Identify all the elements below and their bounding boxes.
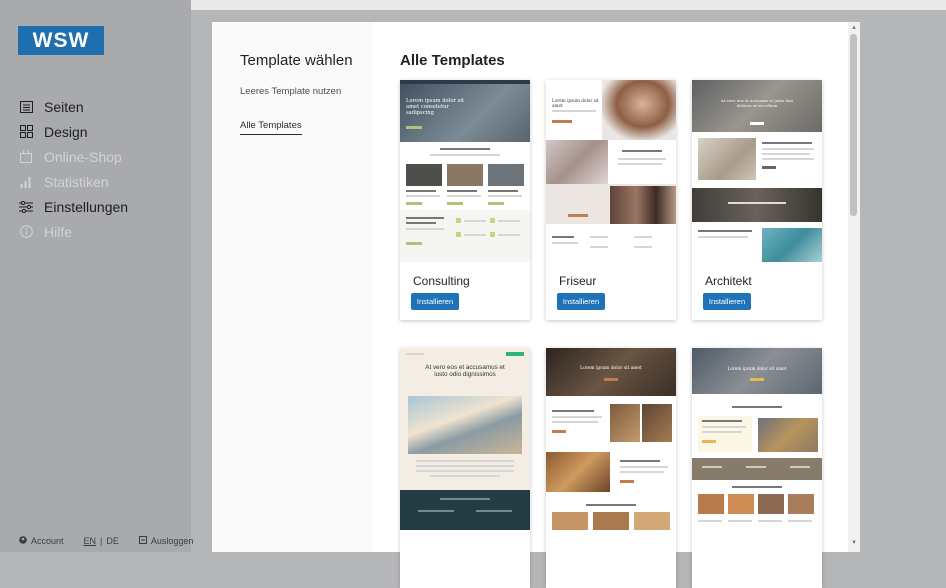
scroll-up-arrow-icon[interactable]: ▲ [851,25,857,31]
sidebar-item-label: Seiten [44,98,84,115]
modal-right-title: Alle Templates [400,52,505,69]
sliders-icon [18,200,34,214]
pages-icon [18,100,34,114]
fitness-hero-text: At vero eos et accusamus et iusto odio d… [425,364,505,379]
wsw-logo[interactable]: WSW [18,26,104,55]
baeckerei-hero-text: Lorem ipsum dolor sit amet [580,366,642,371]
install-button-architekt[interactable]: Installieren [703,293,751,310]
template-name: Friseur [559,274,597,288]
modal-left-pane: Template wählen Leeres Template nutzen A… [212,22,372,552]
sidebar-item-design[interactable]: Design [18,119,128,144]
sidebar-item-label: Statistiken [44,173,109,190]
template-card-architekt[interactable]: At vero eos et accusam et justo duo dolo… [692,80,822,320]
sidebar-item-label: Hilfe [44,223,73,240]
template-card-baeckerei[interactable]: Lorem ipsum dolor sit amet [546,348,676,588]
sidebar-item-online-shop[interactable]: Online-Shop [18,144,128,169]
sidebar-item-statistiken[interactable]: Statistiken [18,169,128,194]
scroll-down-arrow-icon[interactable]: ▼ [851,540,857,546]
template-card-consulting[interactable]: Lorem ipsum dolor sit amet consetetur sa… [400,80,530,320]
logout-icon [138,536,147,546]
install-button-friseur[interactable]: Installieren [557,293,605,310]
sidebar-nav: Seiten Design Online-Shop Statistiken Ei… [18,94,128,244]
template-preview-baeckerei[interactable]: Lorem ipsum dolor sit amet [546,348,676,530]
sidebar-footer: Account EN | DE Ausloggen [19,536,193,546]
template-name: Architekt [705,274,752,288]
template-card-fitness[interactable]: At vero eos et accusamus et iusto odio d… [400,348,530,588]
logout-link[interactable]: Ausloggen [151,536,194,546]
template-card-friseur[interactable]: Lorem ipsum dolor sit amet Friseur Insta… [546,80,676,320]
template-preview-architekt[interactable]: At vero eos et accusam et justo duo dolo… [692,80,822,262]
lang-en[interactable]: EN [84,536,97,546]
modal-left-title: Template wählen [240,52,353,69]
blank-template-link[interactable]: Leeres Template nutzen [240,86,341,97]
shopping-bag-icon [18,150,34,164]
design-grid-icon [18,125,34,139]
template-preview-hotel[interactable]: Lorem ipsum dolor sit amet [692,348,822,530]
template-modal: Template wählen Leeres Template nutzen A… [212,22,848,588]
template-card-hotel[interactable]: Lorem ipsum dolor sit amet [692,348,822,588]
account-icon [19,536,27,546]
modal-right-pane: Alle Templates Lorem ipsum dolor sit ame… [372,22,848,588]
template-name: Consulting [413,274,470,288]
lang-separator: | [100,536,103,546]
info-icon [18,225,34,239]
sidebar-item-label: Design [44,123,88,140]
template-preview-fitness[interactable]: At vero eos et accusamus et iusto odio d… [400,348,530,530]
hotel-hero-text: Lorem ipsum dolor sit amet [727,366,787,371]
account-link[interactable]: Account [31,536,64,546]
sidebar-item-label: Einstellungen [44,198,129,215]
lang-de[interactable]: DE [106,536,119,546]
template-preview-consulting[interactable]: Lorem ipsum dolor sit amet consetetur sa… [400,80,530,262]
friseur-hero-text: Lorem ipsum dolor sit amet [552,98,599,108]
modal-scrollbar[interactable]: ▲ ▼ [848,22,860,552]
template-preview-friseur[interactable]: Lorem ipsum dolor sit amet [546,80,676,262]
install-button-consulting[interactable]: Installieren [411,293,459,310]
sidebar: WSW Seiten Design Online-Shop Statistike… [0,0,193,552]
sidebar-item-seiten[interactable]: Seiten [18,94,128,119]
consulting-hero-text: Lorem ipsum dolor sit amet consetetur sa… [406,98,464,116]
sidebar-item-einstellungen[interactable]: Einstellungen [18,194,128,219]
architekt-hero-text: At vero eos et accusam et justo duo dolo… [720,98,794,108]
all-templates-link[interactable]: Alle Templates [240,120,302,135]
scrollbar-thumb[interactable] [850,34,857,216]
sidebar-item-hilfe[interactable]: Hilfe [18,219,128,244]
sidebar-item-label: Online-Shop [44,148,122,165]
bar-chart-icon [18,175,34,189]
